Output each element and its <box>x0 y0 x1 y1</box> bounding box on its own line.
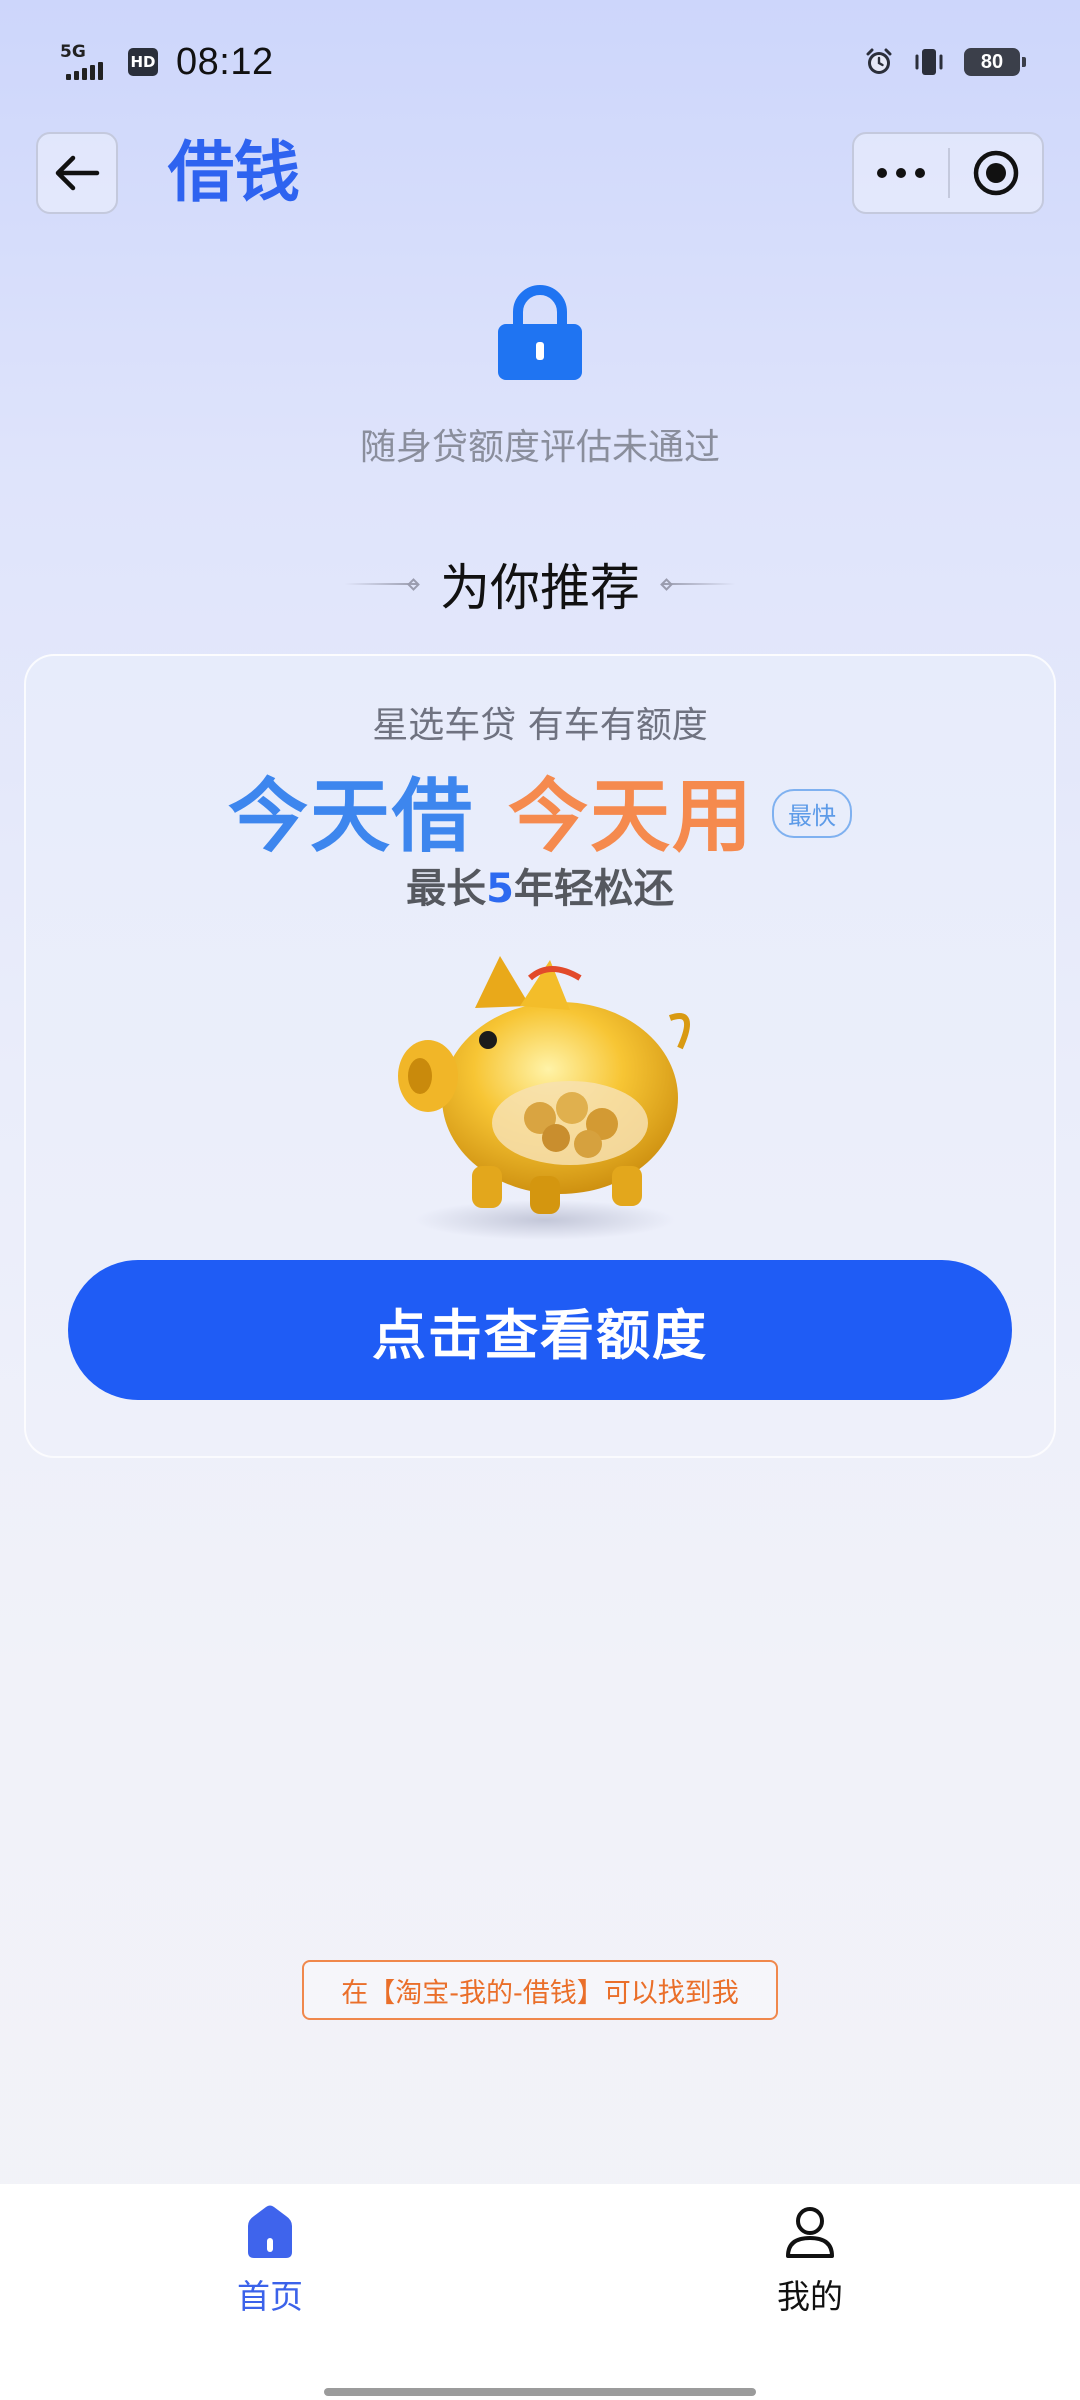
recommend-title: 为你推荐 <box>440 559 640 617</box>
recommend-heading: 为你推荐 <box>0 548 1080 620</box>
more-button[interactable] <box>854 134 948 212</box>
battery-icon: 80 <box>964 48 1026 76</box>
more-dots-icon <box>877 168 925 178</box>
term-prefix: 最长 <box>406 866 487 912</box>
check-quota-button[interactable]: 点击查看额度 <box>68 1260 1012 1400</box>
card-subtitle: 星选车贷 有车有额度 <box>372 705 708 746</box>
status-time: 08:12 <box>176 40 274 83</box>
slogan-borrow-today: 今天借 <box>228 770 474 863</box>
tab-mine[interactable]: 我的 <box>710 2202 910 2318</box>
repayment-term: 最长5年轻松还 <box>0 856 1080 914</box>
status-right: 80 <box>864 40 1026 84</box>
user-icon <box>786 2207 834 2258</box>
page-title: 借钱 <box>168 134 300 211</box>
tab-home[interactable]: 首页 <box>170 2202 370 2318</box>
vibrate-icon <box>915 49 943 75</box>
alarm-icon <box>866 48 892 74</box>
slogan-use-today: 今天用 <box>508 770 754 863</box>
home-indicator[interactable] <box>324 2388 756 2396</box>
term-number: 5 <box>486 866 514 912</box>
signal-icon: 5G <box>60 42 110 82</box>
close-button[interactable] <box>950 134 1042 212</box>
term-suffix: 年轻松还 <box>513 866 674 912</box>
evaluation-status-text: 随身贷额度评估未通过 <box>359 427 720 468</box>
golden-piggy-bank-icon <box>398 956 691 1240</box>
fastest-badge: 最快 <box>772 788 852 838</box>
tab-bar: 首页 我的 <box>0 2184 1080 2400</box>
heading-diamond-left <box>407 577 420 591</box>
lock-icon <box>498 285 582 380</box>
home-icon <box>248 2205 292 2258</box>
status-bar: 5G HD 08:12 80 <box>0 0 1080 120</box>
back-button[interactable] <box>36 132 118 214</box>
card-slogan: 今天借 今天用 最快 <box>0 752 1080 868</box>
tab-mine-label: 我的 <box>777 2277 843 2316</box>
heading-line-right <box>663 583 735 585</box>
battery-level: 80 <box>980 50 1004 73</box>
network-type: 5G <box>60 42 86 62</box>
mini-program-capsule <box>852 132 1044 214</box>
close-target-icon <box>973 150 1019 196</box>
tab-home-label: 首页 <box>237 2277 303 2316</box>
hd-icon: HD <box>128 48 158 76</box>
back-arrow-icon <box>55 155 100 191</box>
find-me-hint: 在【淘宝-我的-借钱】可以找到我 <box>302 1960 778 2020</box>
status-left: 5G HD 08:12 <box>60 38 274 86</box>
